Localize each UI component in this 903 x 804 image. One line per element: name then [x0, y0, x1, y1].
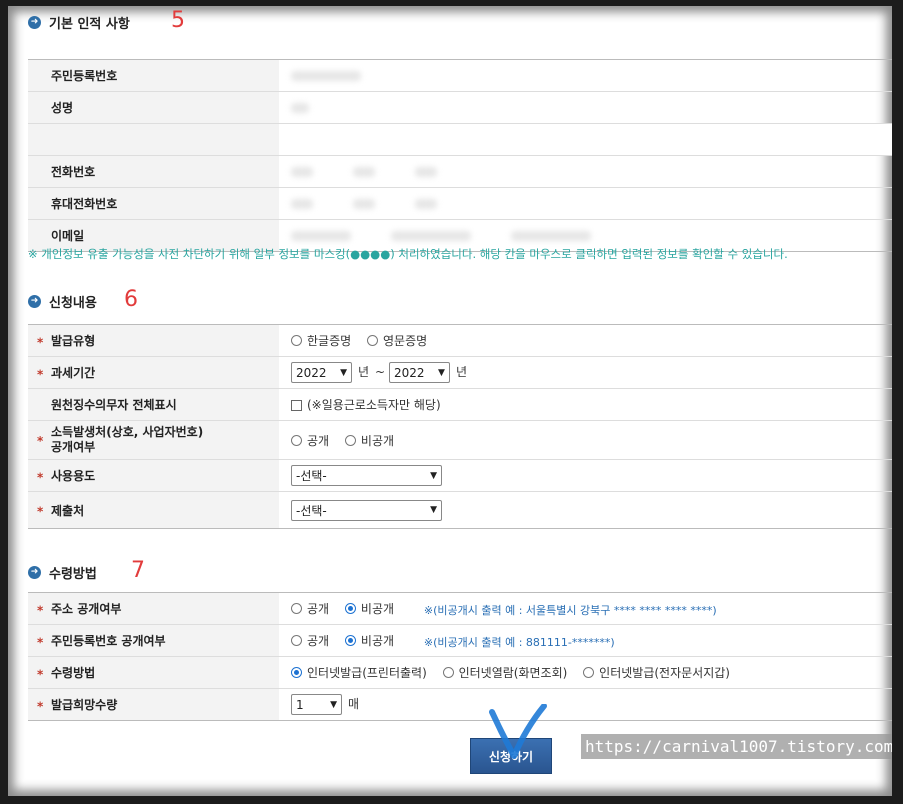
- section-title-basic: ➜ 기본 인적 사항: [28, 11, 130, 33]
- radio-icon: [291, 602, 302, 614]
- step-number-7: 7: [131, 558, 145, 583]
- submit-to-select[interactable]: -선택- ▼: [291, 499, 442, 521]
- table-row: 제출처 -선택-▼: [28, 491, 892, 529]
- purpose-select[interactable]: -선택- ▼: [291, 465, 442, 486]
- radio-korean-cert[interactable]: 한글증명: [291, 332, 351, 349]
- radio-icon: [442, 667, 454, 678]
- section-title-text: 수령방법: [49, 566, 97, 582]
- table-row: 주민등록번호 공개여부 공개 비공개 ※(비공개시 출력 예 : 881111-…: [28, 624, 892, 657]
- withholding-checkbox[interactable]: [291, 400, 302, 411]
- chevron-down-icon: ▼: [430, 505, 437, 515]
- table-row: 과세기간 2022▼년~ 2022▼년: [28, 356, 892, 389]
- basic-info-table: 주민등록번호 성명 전화번호 휴대전화번호 이메일: [28, 59, 892, 252]
- table-row: 수령방법 인터넷발급(프린터출력) 인터넷열람(화면조회) 인터넷발급(전자문서…: [28, 656, 892, 689]
- masked-value[interactable]: [279, 187, 892, 220]
- tax-year-from-select[interactable]: 2022 ▼: [291, 362, 352, 383]
- table-row: 사용용도 -선택-▼: [28, 459, 892, 492]
- apply-button[interactable]: 신청하기: [470, 738, 552, 774]
- table-row: 성명: [28, 91, 892, 124]
- field-label: 주민등록번호: [28, 59, 279, 92]
- field-label: 수령방법: [28, 656, 279, 689]
- table-row: 주소 공개여부 공개 비공개 ※(비공개시 출력 예 : 서울특별시 강북구 *…: [28, 592, 892, 625]
- radio-icon: [344, 434, 356, 446]
- address-hint: ※(비공개시 출력 예 : 서울특별시 강북구 **** **** **** *…: [423, 603, 717, 617]
- radio-icon: [583, 667, 595, 678]
- masked-value[interactable]: [279, 91, 892, 124]
- radio-disclose[interactable]: 공개: [291, 432, 329, 449]
- radio-internet-wallet[interactable]: 인터넷발급(전자문서지갑): [583, 664, 730, 681]
- arrow-circle-icon: ➜: [28, 15, 41, 29]
- field-label: 주소 공개여부: [28, 592, 279, 625]
- table-row: 원천징수의무자 전체표시 (※일용근로소득자만 해당): [28, 388, 892, 421]
- table-row: 발급희망수량 1▼매: [28, 688, 892, 721]
- field-label: 발급유형: [28, 324, 279, 357]
- chevron-down-icon: ▼: [438, 367, 445, 378]
- request-table: 발급유형 한글증명 영문증명 과세기간 2022▼년~ 2022▼년 원천징수의…: [28, 324, 892, 529]
- radio-icon: [291, 434, 302, 446]
- field-label: 제출처: [28, 491, 279, 529]
- radio-address-nondisclose[interactable]: 비공개: [344, 600, 394, 617]
- table-row: 소득발생처(상호, 사업자번호) 공개여부 공개 비공개: [28, 420, 892, 460]
- field-label: 휴대전화번호: [28, 187, 279, 220]
- step-number-6: 6: [124, 287, 138, 312]
- radio-icon: [291, 634, 302, 646]
- chevron-down-icon: ▼: [340, 367, 347, 378]
- field-label: 과세기간: [28, 356, 279, 389]
- radio-selected-icon: [291, 667, 302, 678]
- radio-icon: [367, 335, 378, 346]
- table-row: 발급유형 한글증명 영문증명: [28, 324, 892, 357]
- radio-internet-print[interactable]: 인터넷발급(프린터출력): [291, 664, 427, 681]
- field-label: 사용용도: [28, 459, 279, 492]
- masked-value[interactable]: [279, 59, 892, 92]
- field-label: 성명: [28, 91, 279, 124]
- chevron-down-icon: ▼: [330, 699, 337, 710]
- radio-english-cert[interactable]: 영문증명: [367, 332, 427, 349]
- radio-internet-view[interactable]: 인터넷열람(화면조회): [442, 664, 567, 681]
- radio-selected-icon: [344, 634, 356, 646]
- field-label: 소득발생처(상호, 사업자번호) 공개여부: [28, 420, 279, 460]
- arrow-circle-icon: ➜: [28, 565, 41, 579]
- field-label: 발급희망수량: [28, 688, 279, 721]
- section-title-receipt: ➜ 수령방법: [28, 561, 97, 583]
- section-title-text: 신청내용: [49, 295, 97, 311]
- section-title-text: 기본 인적 사항: [49, 16, 130, 32]
- field-label: 주민등록번호 공개여부: [28, 624, 279, 657]
- receipt-table: 주소 공개여부 공개 비공개 ※(비공개시 출력 예 : 서울특별시 강북구 *…: [28, 592, 892, 721]
- field-label: 원천징수의무자 전체표시: [28, 388, 279, 421]
- radio-nondisclose[interactable]: 비공개: [344, 432, 394, 449]
- watermark: https://carnival1007.tistory.com: [581, 734, 892, 759]
- rrn-hint: ※(비공개시 출력 예 : 881111-*******): [423, 635, 615, 649]
- table-row: 전화번호: [28, 155, 892, 188]
- masked-value[interactable]: [279, 155, 892, 188]
- table-row: 휴대전화번호: [28, 187, 892, 220]
- page-frame: ➜ 기본 인적 사항 5 주민등록번호 성명 전화번호 휴대전화번호 이메일 ※…: [8, 6, 892, 796]
- quantity-select[interactable]: 1 ▼: [291, 694, 342, 715]
- field-label: 전화번호: [28, 155, 279, 188]
- arrow-circle-icon: ➜: [28, 294, 41, 308]
- radio-selected-icon: [344, 602, 356, 614]
- table-row: [28, 123, 892, 156]
- section-title-request: ➜ 신청내용: [28, 290, 97, 312]
- radio-icon: [291, 335, 302, 346]
- table-row: 주민등록번호: [28, 59, 892, 92]
- masking-notice: ※ 개인정보 유출 가능성을 사전 차단하기 위해 일부 정보를 마스킹(●●●…: [28, 247, 788, 261]
- radio-rrn-nondisclose[interactable]: 비공개: [344, 632, 394, 649]
- radio-address-disclose[interactable]: 공개: [291, 600, 329, 617]
- step-number-5: 5: [171, 8, 185, 33]
- chevron-down-icon: ▼: [430, 470, 437, 481]
- radio-rrn-disclose[interactable]: 공개: [291, 632, 329, 649]
- tax-year-to-select[interactable]: 2022 ▼: [388, 362, 450, 383]
